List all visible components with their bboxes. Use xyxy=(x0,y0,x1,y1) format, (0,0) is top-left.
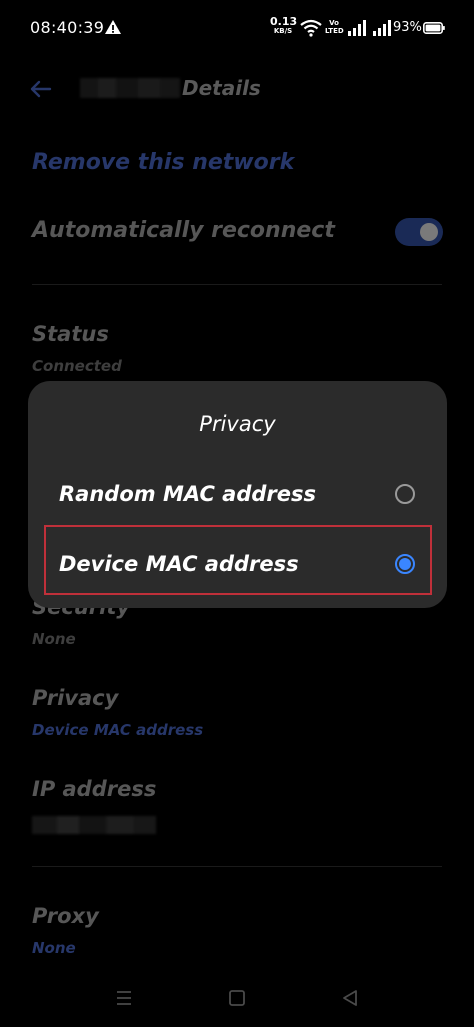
ip-address-label: IP address xyxy=(32,777,157,801)
battery-percent: 93% xyxy=(393,20,422,35)
proxy-value: None xyxy=(32,939,76,957)
status-bar: 08:40:39 0.13 KB/S Vo LTED 93% xyxy=(0,0,474,58)
auto-reconnect-label: Automatically reconnect xyxy=(32,218,335,243)
security-value: None xyxy=(32,630,76,648)
remove-network-link[interactable]: Remove this network xyxy=(32,150,294,175)
menu-icon[interactable] xyxy=(112,986,136,1010)
dialog-title: Privacy xyxy=(199,412,276,436)
back-triangle-icon[interactable] xyxy=(338,986,362,1010)
volte-top: Vo xyxy=(329,19,339,27)
battery-icon xyxy=(423,22,445,34)
page-title: Details xyxy=(182,76,261,100)
wifi-icon xyxy=(300,19,322,37)
status-label: Status xyxy=(32,322,109,346)
option-label: Random MAC address xyxy=(59,482,317,506)
privacy-label[interactable]: Privacy xyxy=(32,686,118,710)
ip-address-redacted xyxy=(32,816,156,834)
option-random-mac[interactable]: Random MAC address xyxy=(28,462,447,526)
status-time: 08:40:39 xyxy=(30,18,105,37)
arrow-left-icon[interactable] xyxy=(26,74,56,104)
home-square-icon[interactable] xyxy=(225,986,249,1010)
auto-reconnect-toggle[interactable] xyxy=(395,218,443,246)
toggle-knob xyxy=(420,223,438,241)
proxy-label[interactable]: Proxy xyxy=(32,904,99,928)
highlight-box xyxy=(44,525,432,595)
volte-bottom: LTED xyxy=(325,27,344,35)
alert-icon xyxy=(105,20,121,34)
network-name-redacted xyxy=(80,78,180,98)
screen: 08:40:39 0.13 KB/S Vo LTED 93% Details R… xyxy=(0,0,474,1027)
network-speed: 0.13 KB/S xyxy=(270,15,298,36)
volte-indicator: Vo LTED xyxy=(325,19,344,35)
radio-unselected-icon[interactable] xyxy=(395,484,415,504)
privacy-dialog: Privacy Random MAC address Device MAC ad… xyxy=(28,381,447,608)
network-speed-unit: KB/S xyxy=(273,27,293,35)
signal-icon-2 xyxy=(373,20,391,36)
divider xyxy=(32,866,442,867)
signal-icon xyxy=(348,20,366,36)
status-value: Connected xyxy=(32,357,122,375)
divider xyxy=(32,284,442,285)
privacy-value: Device MAC address xyxy=(32,721,204,739)
network-speed-value: 0.13 xyxy=(270,15,298,28)
